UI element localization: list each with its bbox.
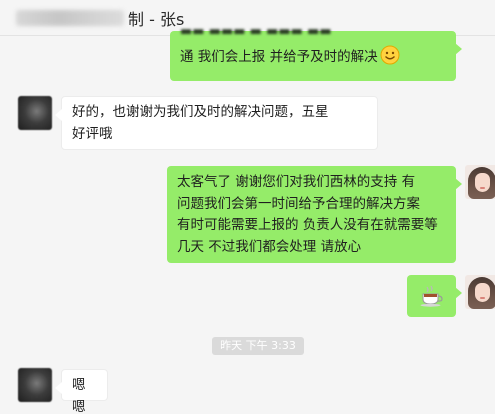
my-avatar[interactable] [465,275,495,309]
timestamp-divider: 昨天 下午 3:33 [212,337,304,355]
contact-avatar[interactable] [18,96,52,130]
incoming-message-bubble[interactable]: 好的，也谢谢为我们及时的解决问题，五星 好评哦 [55,96,378,150]
incoming-message-bubble[interactable]: 嗯嗯 [55,369,108,414]
message-text-line: 有时可能需要上报的 负责人没有在就需要等 [177,217,438,233]
message-text-line: 好的，也谢谢为我们及时的解决问题，五星 [72,104,329,120]
chat-window: 制 - 张s ▬▬ ▬▬▬ ▬ ▬▬▬ ▬▬ 通 我们会上报 并给予及时的解决 … [0,0,495,414]
outgoing-emoji-bubble[interactable] [407,275,462,317]
message-text: 通 我们会上报 并给予及时的解决 [180,49,378,65]
contact-avatar[interactable] [18,368,52,402]
outgoing-message-bubble[interactable]: 太客气了 谢谢您们对我们西林的支持 有 问题我们会第一时间给予合理的解决方案 有… [167,166,462,263]
message-text-line: 好评哦 [72,125,113,142]
blurred-title-prefix [16,9,124,26]
message-text: 嗯嗯 [72,377,86,414]
message-text-line: 几天 不过我们都会处理 请放心 [177,238,362,255]
message-text-line: 问题我们会第一时间给予合理的解决方案 [177,195,420,212]
my-avatar[interactable] [465,165,495,199]
message-text-line: 太客气了 谢谢您们对我们西林的支持 有 [177,174,416,190]
chat-title: 制 - 张s [128,9,185,29]
tea-cup-emoji-icon [420,285,443,307]
cut-off-text-fragment: ▬▬ ▬▬▬ ▬ ▬▬▬ ▬▬ [180,25,332,39]
smiley-emoji-icon [380,45,400,65]
outgoing-message-bubble[interactable]: ▬▬ ▬▬▬ ▬ ▬▬▬ ▬▬ 通 我们会上报 并给予及时的解决 [170,25,462,81]
